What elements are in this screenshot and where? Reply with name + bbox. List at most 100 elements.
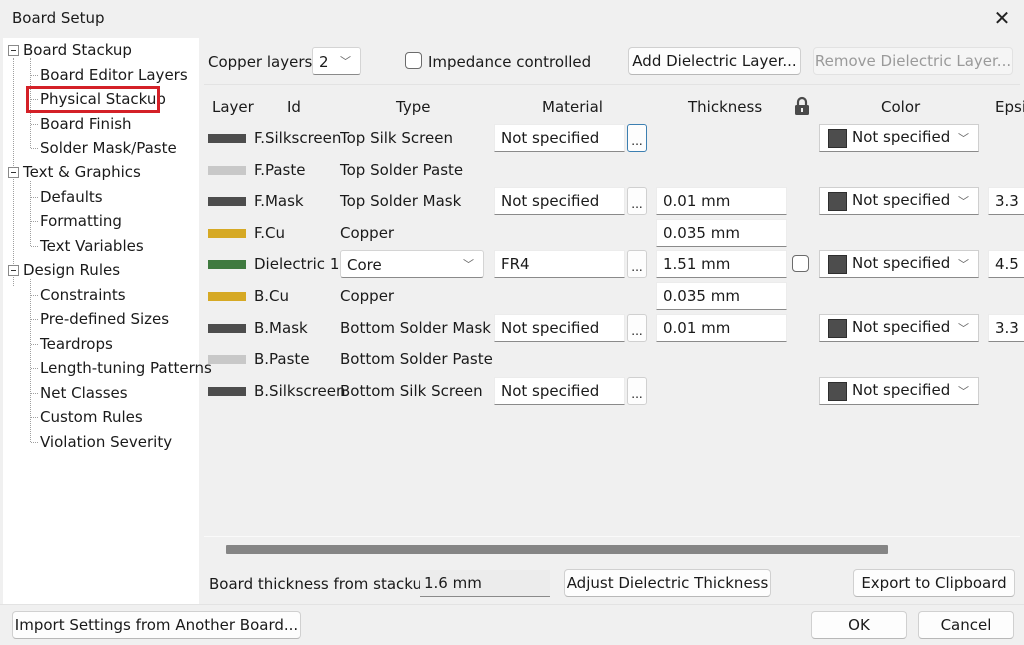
- selection-highlight: [26, 86, 160, 113]
- copper-layers-select[interactable]: 2 ﹀: [312, 47, 361, 75]
- material-field[interactable]: Not specified: [494, 314, 625, 342]
- chevron-down-icon: ﹀: [958, 132, 969, 145]
- layer-color-swatch: [208, 166, 246, 175]
- add-dielectric-layer-button[interactable]: Add Dielectric Layer...: [628, 47, 801, 75]
- material-field[interactable]: Not specified: [494, 187, 625, 215]
- tree-item-length-tuning-patterns[interactable]: Length-tuning Patterns: [40, 359, 212, 377]
- title-bar: [0, 0, 1024, 36]
- material-picker-button[interactable]: ...: [627, 377, 647, 405]
- tree-group-text-graphics[interactable]: Text & Graphics: [23, 163, 141, 181]
- material-picker-button[interactable]: ...: [627, 314, 647, 342]
- collapse-icon[interactable]: [8, 265, 19, 276]
- close-icon[interactable]: ✕: [990, 6, 1014, 30]
- color-swatch-icon: [828, 382, 847, 401]
- color-select[interactable]: Not specified ﹀: [819, 187, 979, 215]
- layer-id: F.Silkscreen: [254, 129, 342, 147]
- copper-layers-value: 2: [319, 53, 329, 71]
- layer-id: F.Paste: [254, 161, 306, 179]
- color-select[interactable]: Not specified ﹀: [819, 377, 979, 405]
- layer-type-select[interactable]: Core ﹀: [340, 250, 484, 278]
- thickness-field[interactable]: 0.01 mm: [656, 187, 787, 215]
- color-value: Not specified: [852, 318, 951, 336]
- layer-color-swatch: [208, 229, 246, 238]
- tree-item-board-editor-layers[interactable]: Board Editor Layers: [40, 66, 188, 84]
- material-field[interactable]: Not specified: [494, 124, 625, 152]
- chevron-down-icon: ﹀: [340, 55, 351, 68]
- layer-type: Top Solder Paste: [340, 161, 464, 179]
- layer-id: B.Paste: [254, 350, 310, 368]
- cancel-button[interactable]: Cancel: [918, 611, 1014, 639]
- thickness-field[interactable]: 0.035 mm: [656, 282, 787, 310]
- export-to-clipboard-button[interactable]: Export to Clipboard: [853, 569, 1015, 597]
- color-select[interactable]: Not specified ﹀: [819, 314, 979, 342]
- layer-type-value: Core: [347, 256, 382, 274]
- tree-item-board-finish[interactable]: Board Finish: [40, 115, 132, 133]
- tree-guide-line: [30, 181, 31, 246]
- header-color: Color: [881, 98, 921, 116]
- layer-type: Bottom Silk Screen: [340, 382, 483, 400]
- layer-type: Copper: [340, 287, 395, 305]
- tree-item-teardrops[interactable]: Teardrops: [40, 335, 113, 353]
- thickness-field[interactable]: 0.01 mm: [656, 314, 787, 342]
- tree-item-constraints[interactable]: Constraints: [40, 286, 126, 304]
- tree-branch: [31, 75, 38, 76]
- tree-group-design-rules[interactable]: Design Rules: [23, 261, 120, 279]
- horizontal-scrollbar[interactable]: [226, 545, 888, 554]
- grid-bottom-separator: [204, 536, 1020, 537]
- tree-item-predefined-sizes[interactable]: Pre-defined Sizes: [40, 310, 169, 328]
- layer-id: Dielectric 1: [254, 255, 340, 273]
- footer-separator: [0, 604, 1024, 605]
- tree-item-violation-severity[interactable]: Violation Severity: [40, 433, 172, 451]
- tree-branch: [31, 124, 38, 125]
- tree-branch: [31, 246, 38, 247]
- layer-type: Copper: [340, 224, 395, 242]
- layer-id: B.Silkscreen: [254, 382, 346, 400]
- header-id: Id: [287, 98, 301, 116]
- tree-item-defaults[interactable]: Defaults: [40, 188, 103, 206]
- tree-item-solder-mask-paste[interactable]: Solder Mask/Paste: [40, 139, 177, 157]
- collapse-icon[interactable]: [8, 167, 19, 178]
- material-field[interactable]: FR4: [494, 250, 625, 278]
- color-select[interactable]: Not specified ﹀: [819, 124, 979, 152]
- material-picker-button[interactable]: ...: [627, 124, 647, 152]
- tree-branch: [31, 319, 38, 320]
- tree-item-formatting[interactable]: Formatting: [40, 212, 122, 230]
- layer-color-swatch: [208, 292, 246, 301]
- layer-type: Bottom Solder Paste: [340, 350, 493, 368]
- tree-group-board-stackup[interactable]: Board Stackup: [23, 41, 132, 59]
- tree-branch: [31, 344, 38, 345]
- color-value: Not specified: [852, 381, 951, 399]
- collapse-icon[interactable]: [8, 45, 19, 56]
- material-picker-button[interactable]: ...: [627, 187, 647, 215]
- tree-branch: [31, 148, 38, 149]
- layer-type: Bottom Solder Mask: [340, 319, 491, 337]
- import-settings-button[interactable]: Import Settings from Another Board...: [12, 611, 301, 639]
- settings-tree: Board Stackup Board Editor Layers Physic…: [3, 38, 212, 604]
- material-field[interactable]: Not specified: [494, 377, 625, 405]
- remove-dielectric-layer-button[interactable]: Remove Dielectric Layer...: [813, 47, 1013, 75]
- chevron-down-icon: ﹀: [958, 322, 969, 335]
- epsilon-field[interactable]: 4.5: [988, 250, 1024, 278]
- layer-type: Top Silk Screen: [340, 129, 453, 147]
- ok-button[interactable]: OK: [811, 611, 907, 639]
- thickness-field[interactable]: 0.035 mm: [656, 219, 787, 247]
- tree-item-net-classes[interactable]: Net Classes: [40, 384, 128, 402]
- layer-color-swatch: [208, 324, 246, 333]
- layer-color-swatch: [208, 387, 246, 396]
- thickness-lock-checkbox[interactable]: [792, 255, 809, 272]
- tree-item-custom-rules[interactable]: Custom Rules: [40, 408, 143, 426]
- adjust-dielectric-thickness-button[interactable]: Adjust Dielectric Thickness: [564, 569, 771, 597]
- layer-id: B.Cu: [254, 287, 290, 305]
- tree-item-text-variables[interactable]: Text Variables: [40, 237, 144, 255]
- color-select[interactable]: Not specified ﹀: [819, 250, 979, 278]
- epsilon-field[interactable]: 3.3: [988, 187, 1024, 215]
- material-picker-button[interactable]: ...: [627, 250, 647, 278]
- tree-branch: [31, 442, 38, 443]
- board-thickness-value: 1.6 mm: [420, 570, 550, 597]
- impedance-controlled-checkbox[interactable]: [405, 52, 422, 69]
- layer-color-swatch: [208, 134, 246, 143]
- thickness-field[interactable]: 1.51 mm: [656, 250, 787, 278]
- layer-color-swatch: [208, 260, 246, 269]
- epsilon-field[interactable]: 3.3: [988, 314, 1024, 342]
- layer-type: Top Solder Mask: [340, 192, 462, 210]
